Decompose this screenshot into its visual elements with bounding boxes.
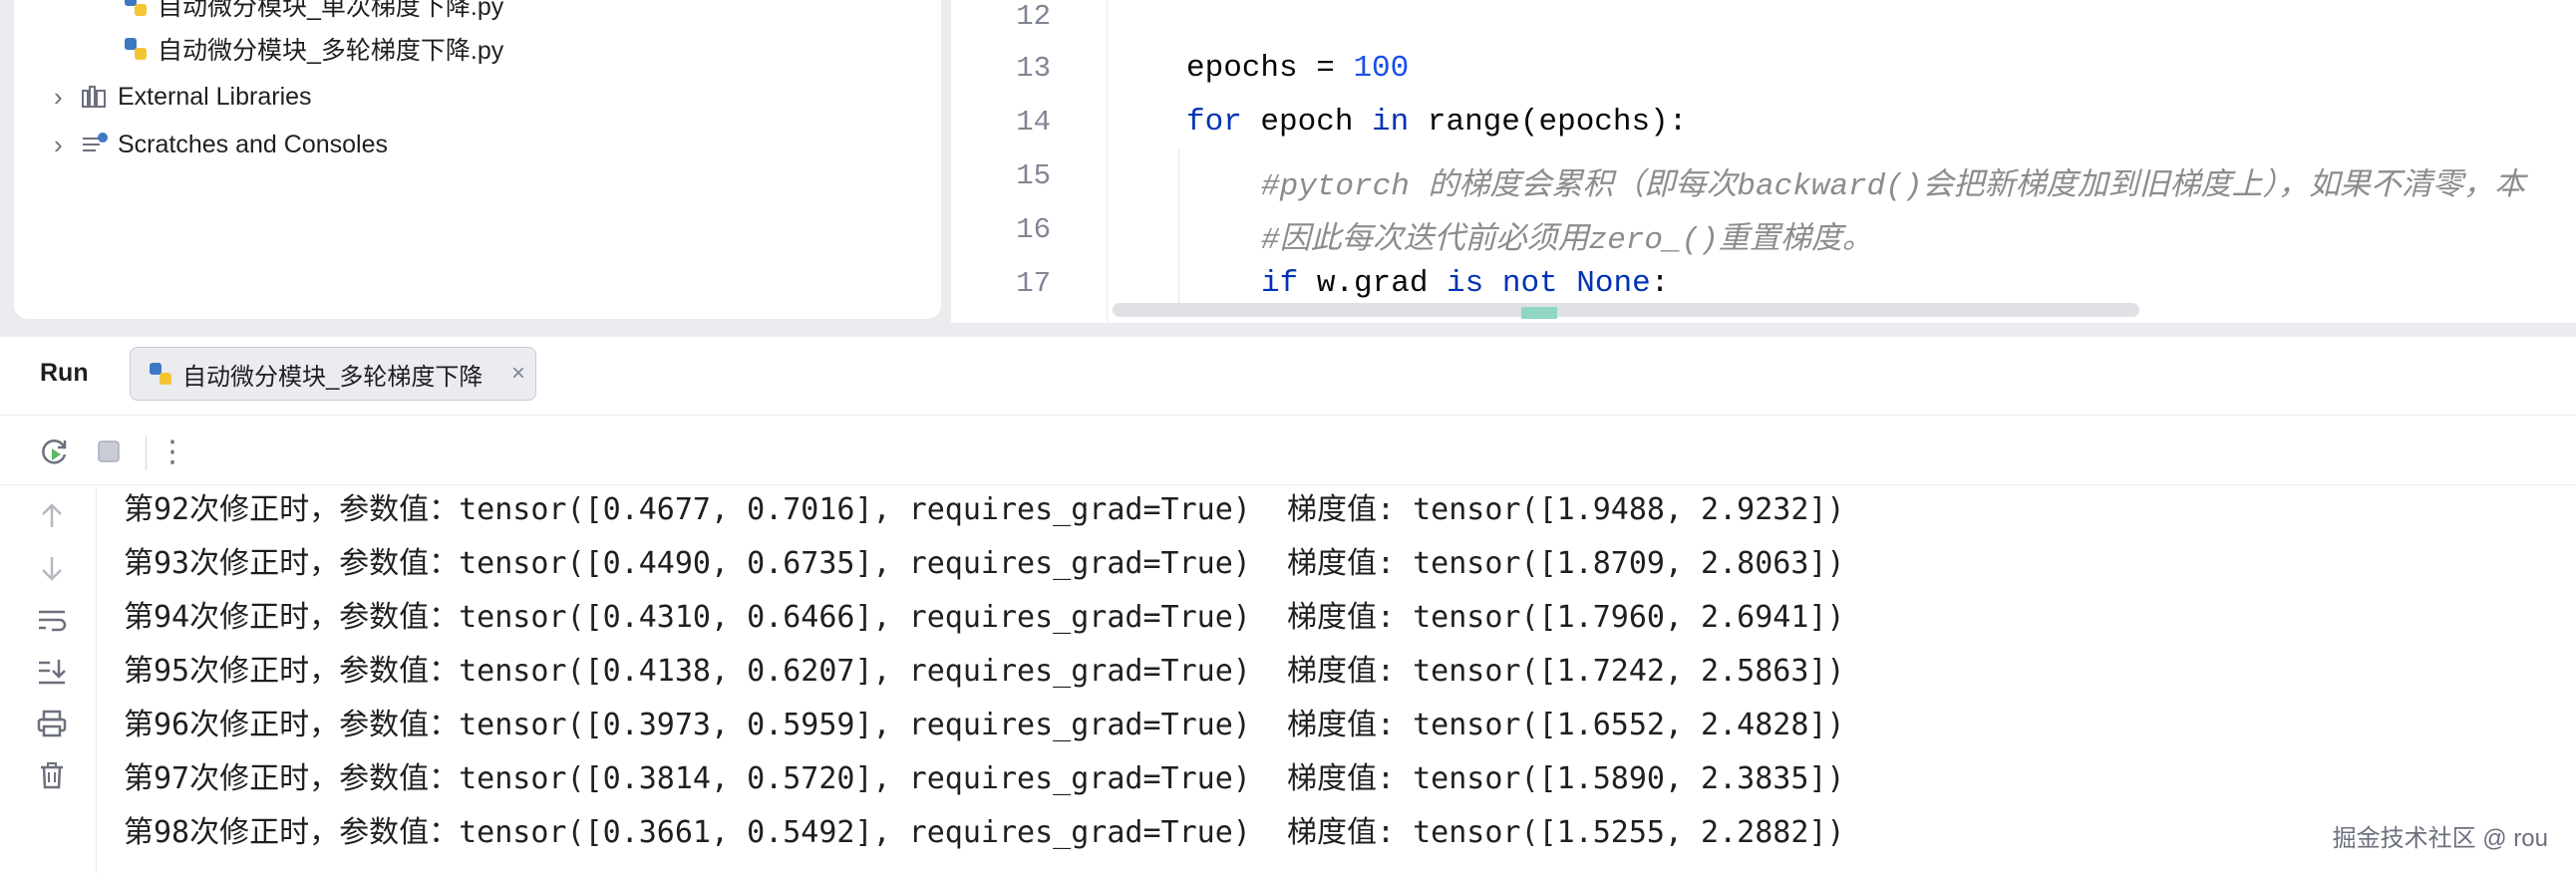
tree-file-multi-descent[interactable]: 自动微分模块_多轮梯度下降.py <box>122 28 503 70</box>
python-file-icon <box>122 0 150 19</box>
code-text: epoch <box>1241 105 1373 140</box>
tree-file-single-descent[interactable]: 自动微分模块_单次梯度下降.py <box>122 0 503 26</box>
tree-label: Scratches and Consoles <box>118 130 388 158</box>
code-keyword: in <box>1372 105 1410 140</box>
code-text: w.grad <box>1298 266 1448 301</box>
indent-guide <box>1178 149 1179 309</box>
rerun-icon <box>42 439 67 464</box>
soft-wrap-icon[interactable] <box>34 602 70 638</box>
run-toolbar: ⋮ <box>0 417 2576 485</box>
line-number: 13 <box>1016 52 1051 85</box>
code-keyword: is not <box>1447 266 1558 301</box>
code-line-14[interactable]: for epoch in range(epochs): <box>1186 105 1687 140</box>
code-line-15[interactable]: #pytorch 的梯度会累积（即每次backward()会把新梯度加到旧梯度上… <box>1261 158 2525 204</box>
trash-icon[interactable] <box>34 757 70 793</box>
console-output-line: 第97次修正时，参数值：tensor([0.3814, 0.5720], req… <box>124 761 1845 796</box>
library-icon <box>80 83 110 111</box>
stop-icon <box>98 440 120 462</box>
print-icon[interactable] <box>34 706 70 741</box>
arrow-down-icon[interactable] <box>34 550 70 586</box>
project-tree: 自动微分模块_单次梯度下降.py 自动微分模块_多轮梯度下降.py › Exte… <box>14 0 941 319</box>
console-output-line: 第94次修正时，参数值：tensor([0.4310, 0.6466], req… <box>124 600 1845 635</box>
console-output-line: 第95次修正时，参数值：tensor([0.4138, 0.6207], req… <box>124 654 1845 689</box>
rerun-button[interactable] <box>38 435 72 468</box>
toolbar-separator <box>146 436 147 470</box>
code-keyword: for <box>1186 105 1242 140</box>
code-line-17[interactable]: if w.grad is not None: <box>1261 266 1669 301</box>
console-output-line: 第92次修正时，参数值：tensor([0.4677, 0.7016], req… <box>124 492 1845 527</box>
horizontal-scrollbar[interactable] <box>1113 303 2139 317</box>
code-line-13[interactable]: epochs = 100 <box>1186 51 1409 86</box>
run-tab-label: 自动微分模块_多轮梯度下降 <box>182 363 483 391</box>
python-file-icon <box>147 360 174 388</box>
code-keyword: None <box>1576 266 1651 301</box>
code-text: range(epochs): <box>1409 105 1688 140</box>
scratches-icon <box>80 131 110 158</box>
arrow-up-icon[interactable] <box>34 498 70 534</box>
chevron-right-icon[interactable]: › <box>54 82 80 113</box>
scroll-position-marker <box>1521 307 1557 319</box>
line-number: 16 <box>1016 213 1051 246</box>
code-text: : <box>1650 266 1670 301</box>
tree-file-label: 自动微分模块_单次梯度下降.py <box>158 0 504 21</box>
run-config-tab[interactable]: 自动微分模块_多轮梯度下降 × <box>130 347 536 401</box>
code-keyword: if <box>1261 266 1299 301</box>
console-output-line: 第98次修正时，参数值：tensor([0.3661, 0.5492], req… <box>124 815 1845 850</box>
watermark: 掘金技术社区 @ rou <box>2332 825 2548 852</box>
console-side-toolbar <box>0 486 97 873</box>
run-panel-title: Run <box>40 359 89 387</box>
code-text: epochs = <box>1186 51 1354 86</box>
scroll-to-end-icon[interactable] <box>34 654 70 690</box>
run-header: Run 自动微分模块_多轮梯度下降 × <box>0 337 2576 416</box>
code-number: 100 <box>1353 51 1410 86</box>
line-number: 12 <box>1016 0 1051 33</box>
line-number: 17 <box>1016 267 1051 300</box>
chevron-right-icon[interactable]: › <box>54 130 80 160</box>
python-file-icon <box>122 35 150 63</box>
console-output-line: 第96次修正时，参数值：tensor([0.3973, 0.5959], req… <box>124 708 1845 742</box>
tree-scratches[interactable]: › Scratches and Consoles <box>54 124 388 165</box>
stop-button[interactable] <box>92 435 126 468</box>
console-output-line: 第93次修正时，参数值：tensor([0.4490, 0.6735], req… <box>124 546 1845 581</box>
tree-external-libraries[interactable]: › External Libraries <box>54 76 312 118</box>
code-line-16[interactable]: #因此每次迭代前必须用zero_()重置梯度。 <box>1261 212 1873 258</box>
tree-file-label: 自动微分模块_多轮梯度下降.py <box>158 37 504 65</box>
code-editor[interactable]: 12 13 14 15 16 17 epochs = 100 for epoch… <box>951 0 2576 323</box>
tree-label: External Libraries <box>118 82 312 111</box>
run-panel: Run 自动微分模块_多轮梯度下降 × ⋮ 第92次修正时，参数值：tensor… <box>0 337 2576 873</box>
more-icon[interactable]: ⋮ <box>156 435 189 468</box>
line-number: 14 <box>1016 106 1051 139</box>
close-icon[interactable]: × <box>511 360 525 388</box>
line-number: 15 <box>1016 159 1051 192</box>
